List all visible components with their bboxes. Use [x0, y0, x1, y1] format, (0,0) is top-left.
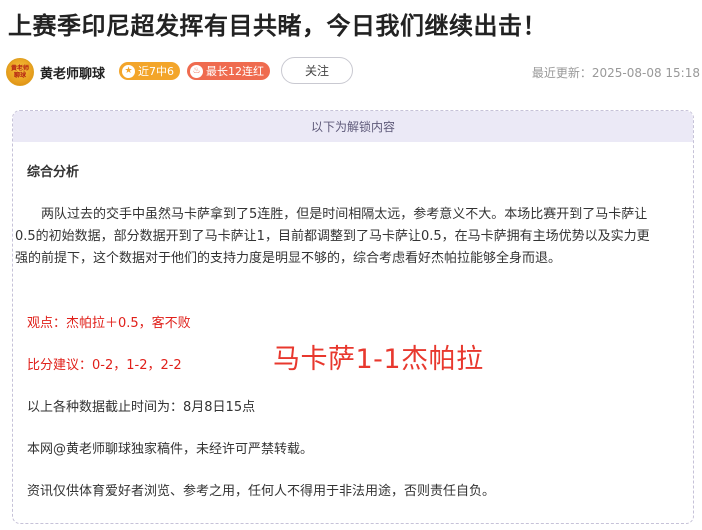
predicted-score: 马卡萨1-1杰帕拉 — [273, 344, 484, 375]
longest-streak-badge: ♨ 最长12连红 — [187, 62, 270, 80]
star-icon: ★ — [122, 64, 135, 78]
streak-badge: ★ 近7中6 — [119, 62, 180, 80]
last-updated: 最近更新：2025-08-08 15:18 — [531, 66, 700, 80]
author-row: 黄老师 聊球 黄老师聊球 ★ 近7中6 ♨ 最长12连红 关注 最近更新：202… — [6, 56, 702, 86]
avatar-text-line1: 黄老师 — [10, 65, 29, 72]
follow-button[interactable]: 关注 — [281, 57, 353, 84]
viewpoint: 观点：杰帕拉＋0.5，客不败 — [27, 316, 191, 331]
section-heading: 综合分析 — [27, 165, 80, 180]
unlocked-content-box: 以下为解锁内容 综合分析 两队过去的交手中虽然马卡萨拿到了5连胜，但是时间相隔太… — [12, 110, 694, 524]
article-title: 上赛季印尼超发挥有目共睹，今日我们继续出击！ — [8, 12, 547, 40]
copyright-notice: 本网@黄老师聊球独家稿件，未经许可严禁转载。 — [27, 442, 314, 457]
longest-streak-badge-label: 最长12连红 — [206, 65, 264, 78]
unlock-banner: 以下为解锁内容 — [13, 111, 693, 142]
disclaimer: 资讯仅供体育爱好者浏览、参考之用，任何人不得用于非法用途，否则责任自负。 — [27, 484, 496, 499]
data-cutoff-note: 以上各种数据截止时间为：8月8日15点 — [27, 400, 256, 415]
avatar-text-line2: 聊球 — [13, 72, 26, 79]
flame-icon: ♨ — [190, 64, 203, 78]
author-name[interactable]: 黄老师聊球 — [40, 63, 105, 82]
author-avatar[interactable]: 黄老师 聊球 — [6, 58, 34, 86]
streak-badge-label: 近7中6 — [138, 65, 174, 78]
analysis-paragraph: 两队过去的交手中虽然马卡萨拿到了5连胜，但是时间相隔太远，参考意义不大。本场比赛… — [15, 207, 650, 266]
